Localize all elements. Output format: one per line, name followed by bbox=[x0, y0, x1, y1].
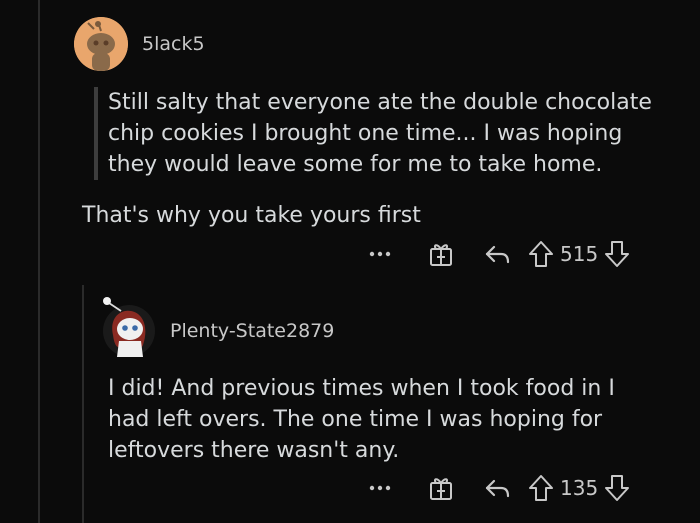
more-options-icon bbox=[369, 485, 391, 491]
snoo-avatar-icon bbox=[74, 17, 128, 71]
downvote-arrow-icon bbox=[605, 475, 630, 501]
upvote-button[interactable] bbox=[526, 474, 556, 502]
comment-actions: 135 bbox=[360, 472, 670, 504]
upvote-arrow-icon bbox=[529, 241, 553, 267]
comment-body: I did! And previous times when I took fo… bbox=[108, 376, 615, 463]
vote-score: 515 bbox=[560, 242, 599, 266]
avatar[interactable] bbox=[74, 17, 128, 71]
snoo-avatar-icon bbox=[103, 297, 155, 357]
reply-arrow-icon bbox=[485, 245, 510, 264]
more-options-button[interactable] bbox=[360, 484, 400, 492]
comment-author[interactable]: Plenty-State2879 bbox=[170, 320, 334, 342]
comment-body: That's why you take yours first bbox=[82, 203, 421, 228]
comment-author[interactable]: 5lack5 bbox=[142, 33, 205, 55]
reply-button[interactable] bbox=[470, 476, 526, 500]
award-gift-icon bbox=[430, 244, 452, 266]
downvote-button[interactable] bbox=[602, 240, 632, 268]
award-button[interactable] bbox=[412, 240, 470, 268]
downvote-arrow-icon bbox=[605, 241, 630, 267]
thread-line bbox=[38, 0, 40, 523]
quoted-text: Still salty that everyone ate the double… bbox=[94, 87, 678, 180]
reply-arrow-icon bbox=[485, 479, 510, 498]
award-button[interactable] bbox=[412, 474, 470, 502]
upvote-arrow-icon bbox=[529, 475, 553, 501]
thread-line-nested bbox=[82, 285, 84, 523]
upvote-button[interactable] bbox=[526, 240, 556, 268]
more-options-button[interactable] bbox=[360, 250, 400, 258]
comment-actions: 515 bbox=[360, 238, 670, 270]
avatar[interactable] bbox=[99, 297, 155, 359]
reply-button[interactable] bbox=[470, 242, 526, 266]
downvote-button[interactable] bbox=[602, 474, 632, 502]
award-gift-icon bbox=[430, 478, 452, 500]
more-options-icon bbox=[369, 251, 391, 257]
vote-score: 135 bbox=[560, 476, 599, 500]
